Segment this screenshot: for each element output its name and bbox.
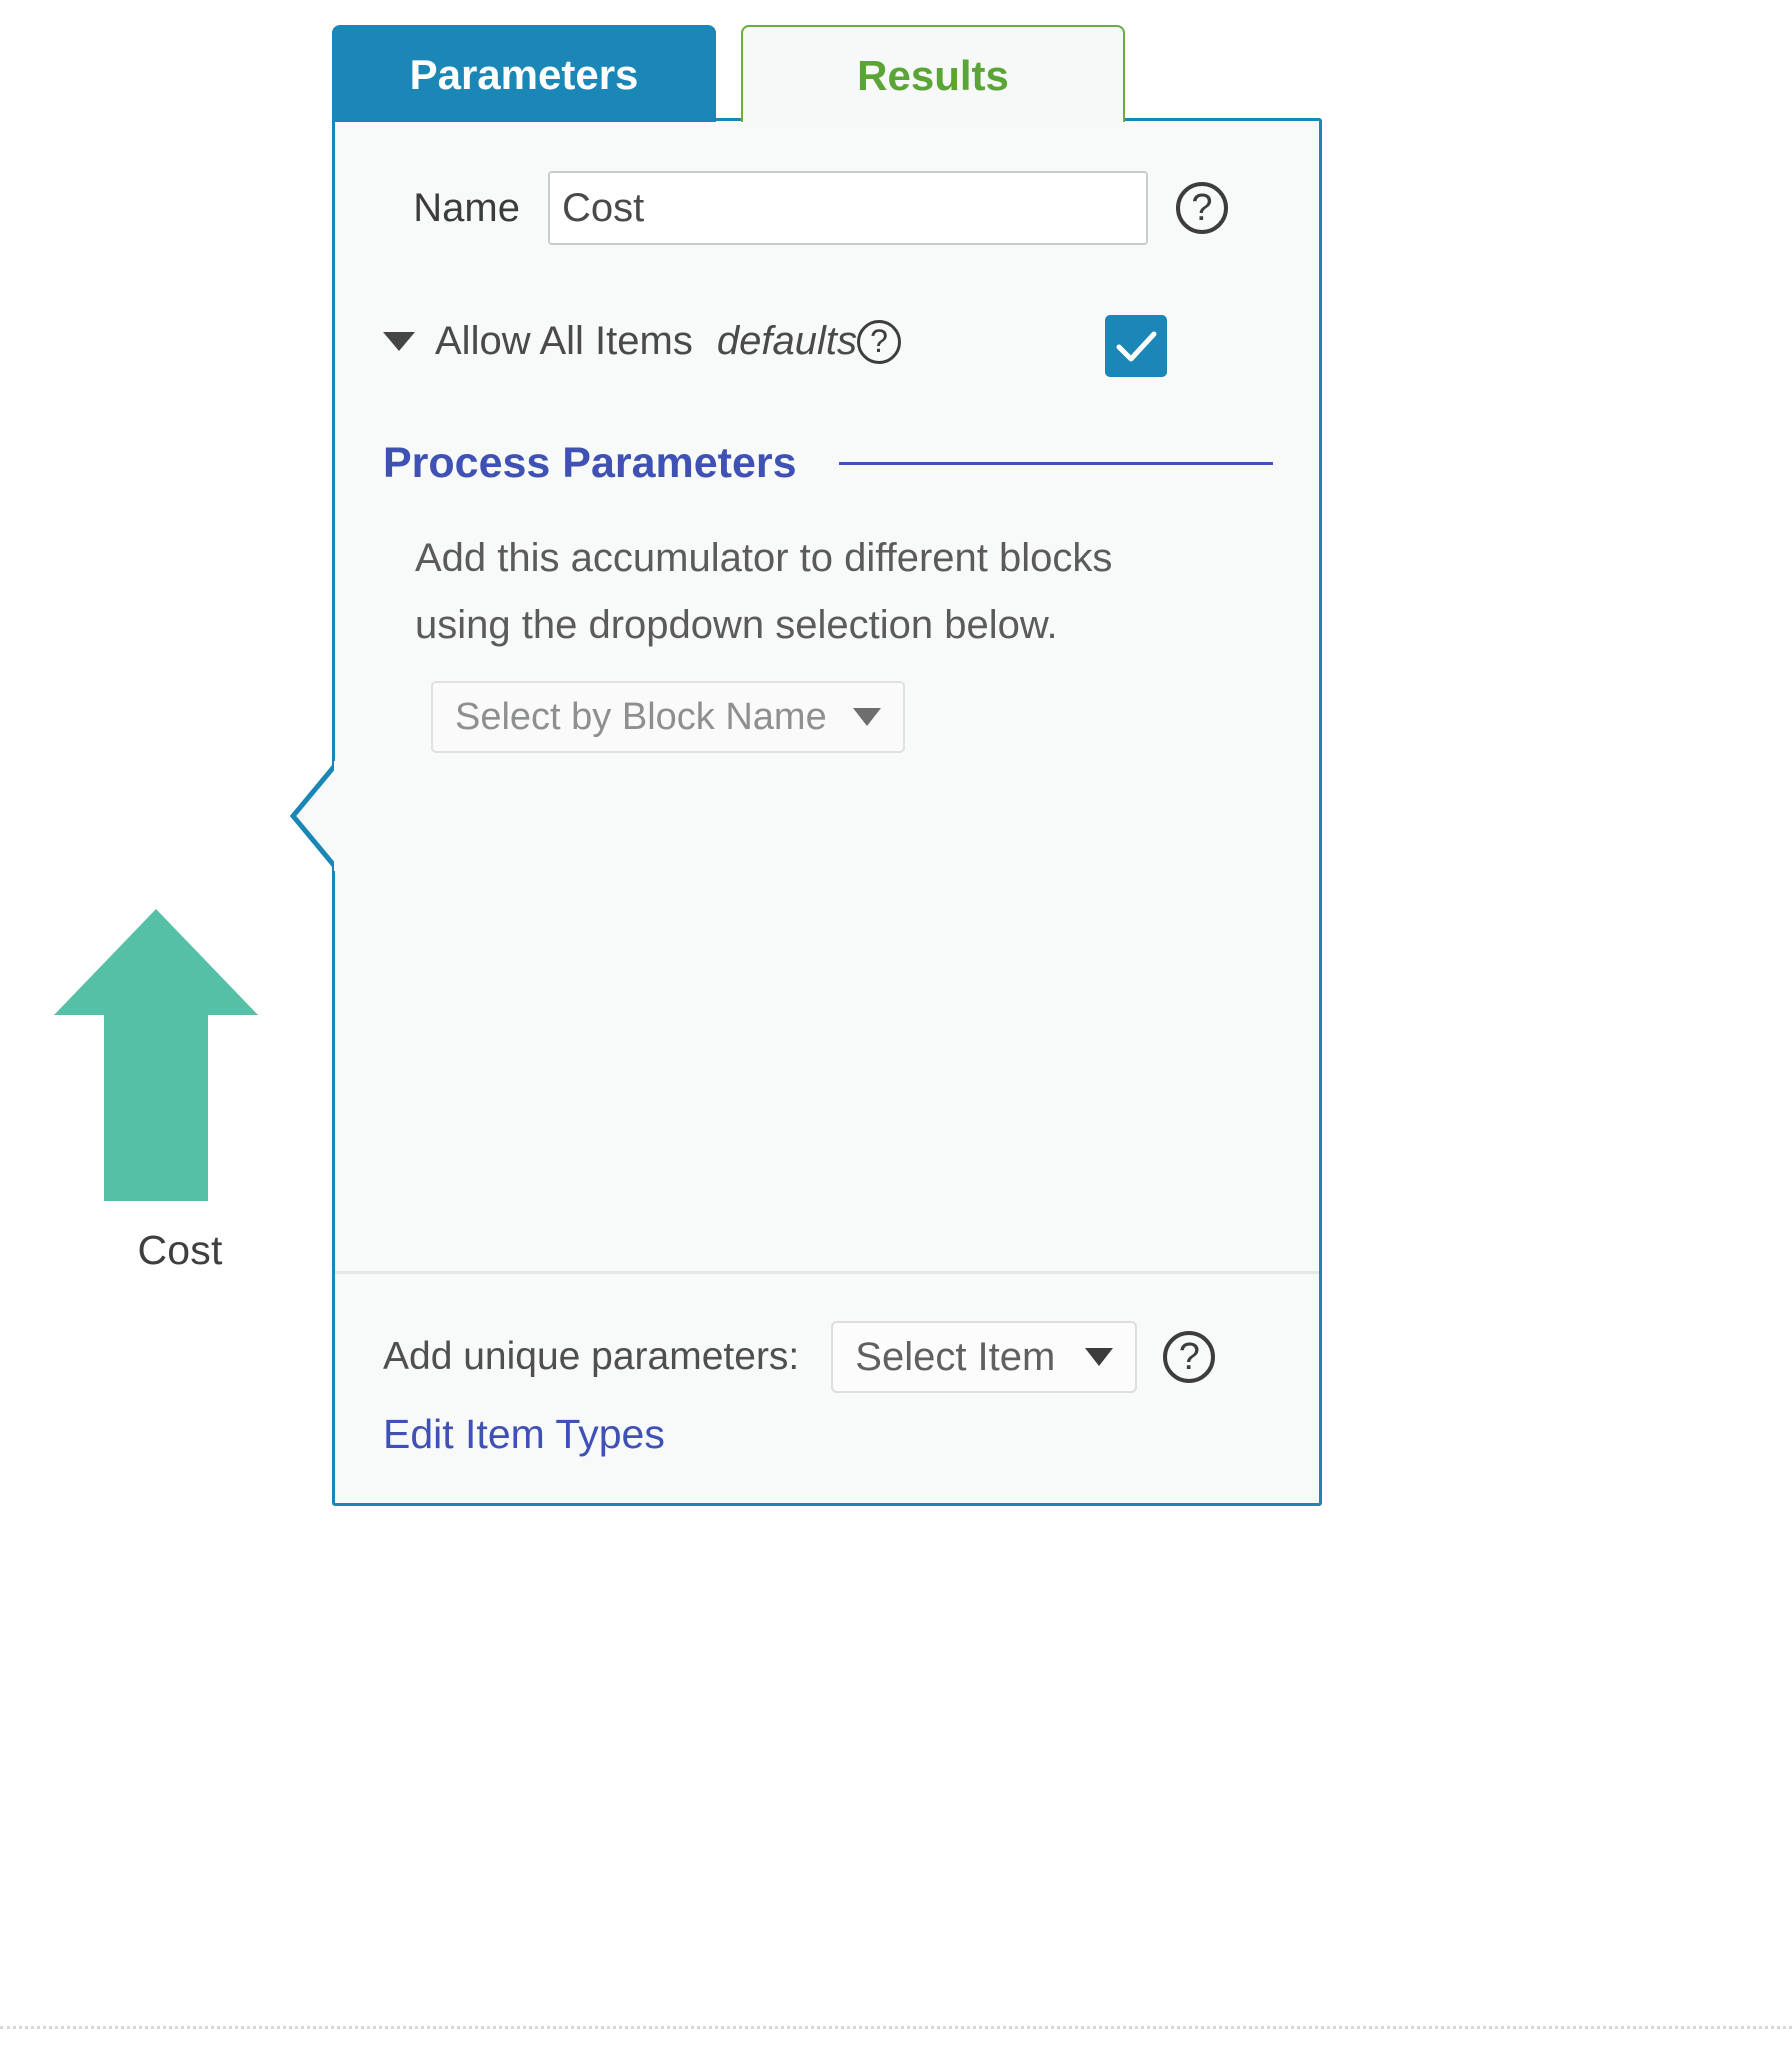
tab-results[interactable]: Results — [741, 25, 1125, 122]
add-unique-parameters-label: Add unique parameters: — [383, 1335, 799, 1379]
name-input[interactable] — [548, 171, 1148, 245]
select-by-block-name-value: Select by Block Name — [455, 696, 827, 739]
allow-all-items-checkbox[interactable] — [1105, 315, 1167, 377]
allow-all-items-label: Allow All Items — [435, 319, 693, 364]
block-label: Cost — [50, 1227, 310, 1274]
allow-all-items-qualifier: defaults — [717, 319, 857, 364]
name-label: Name — [335, 186, 548, 231]
chevron-down-icon — [1085, 1348, 1113, 1366]
accumulator-block[interactable]: Cost — [50, 905, 310, 1274]
name-help-icon[interactable]: ? — [1176, 182, 1228, 234]
allow-all-items-row: Allow All Items defaults ? — [335, 319, 1319, 364]
caret-down-icon[interactable] — [383, 332, 415, 351]
heading-rule — [839, 462, 1273, 465]
chevron-down-icon — [853, 708, 881, 726]
tab-bar: Parameters Results — [332, 25, 1125, 122]
name-row: Name ? — [335, 171, 1319, 245]
callout-pointer — [290, 761, 338, 871]
select-item-value: Select Item — [855, 1335, 1055, 1380]
select-item-dropdown[interactable]: Select Item — [831, 1321, 1137, 1393]
add-unique-parameters-row: Add unique parameters: Select Item ? — [335, 1321, 1319, 1393]
properties-panel: Name ? Allow All Items defaults ? Proces… — [332, 118, 1322, 1506]
process-parameters-heading-row: Process Parameters — [383, 439, 1273, 488]
section-description: Add this accumulator to different blocks… — [415, 525, 1205, 659]
up-arrow-icon — [50, 905, 262, 1205]
page-bottom-rule — [0, 2026, 1792, 2029]
canvas: Cost Parameters Results Name ? Allow All… — [0, 0, 1792, 2046]
select-by-block-name-dropdown[interactable]: Select by Block Name — [431, 681, 905, 753]
panel-body: Name ? Allow All Items defaults ? Proces… — [335, 121, 1319, 1503]
tab-parameters[interactable]: Parameters — [332, 25, 716, 122]
checkmark-icon — [1105, 315, 1167, 377]
footer-divider — [335, 1271, 1319, 1274]
edit-item-types-link[interactable]: Edit Item Types — [383, 1411, 665, 1458]
allow-all-items-help-icon[interactable]: ? — [857, 320, 901, 364]
process-parameters-heading: Process Parameters — [383, 439, 797, 488]
add-unique-parameters-help-icon[interactable]: ? — [1163, 1331, 1215, 1383]
